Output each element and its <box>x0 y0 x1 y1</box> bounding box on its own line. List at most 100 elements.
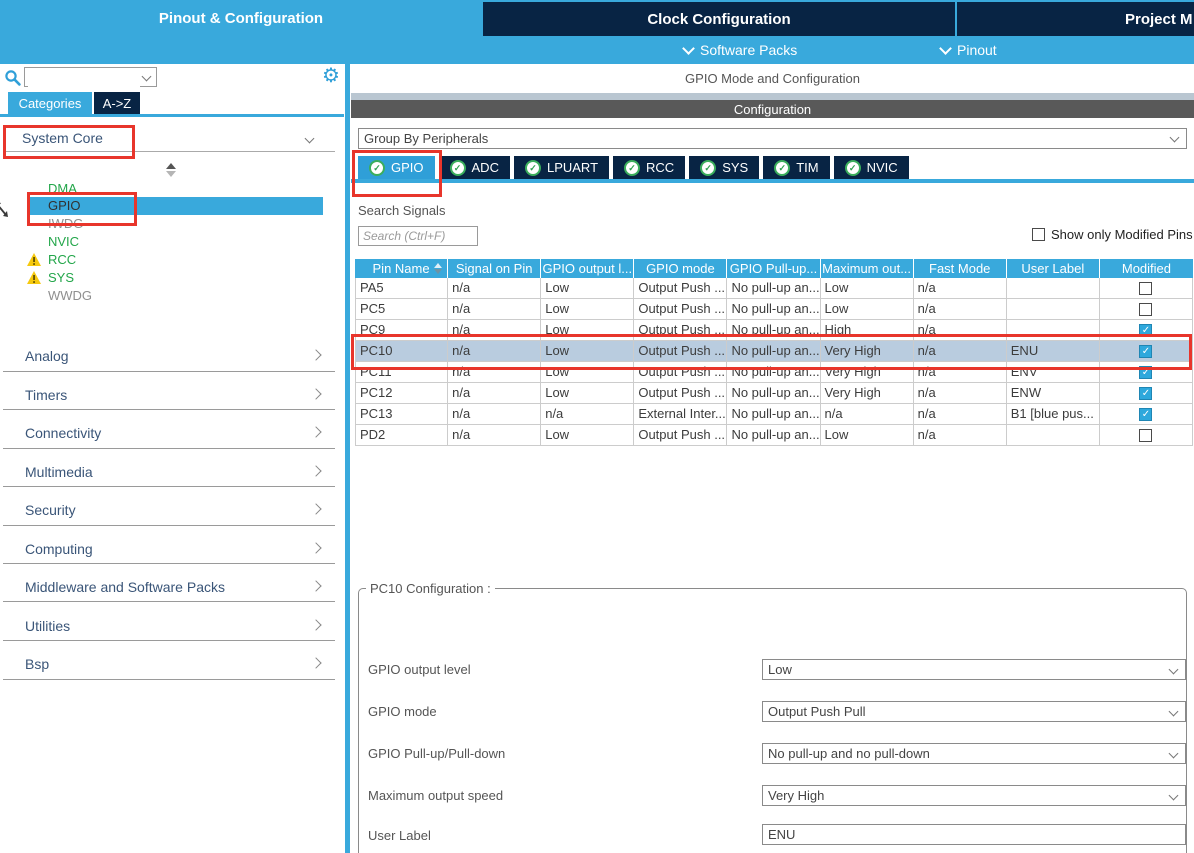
category-bsp[interactable]: Bsp <box>0 655 344 675</box>
tab-project-manager[interactable]: Project M <box>957 2 1194 36</box>
category-multimedia[interactable]: Multimedia <box>0 463 344 483</box>
category-utilities[interactable]: Utilities <box>0 617 344 637</box>
sidebar-item-iwdg[interactable]: IWDG <box>0 215 344 233</box>
column-header-fast-mode[interactable]: Fast Mode <box>914 259 1007 278</box>
divider <box>3 448 335 449</box>
status-ok-icon <box>624 160 640 176</box>
divider <box>3 486 335 487</box>
modified-checkbox[interactable] <box>1139 324 1152 337</box>
gpio-pull-select[interactable]: No pull-up and no pull-down <box>762 743 1186 764</box>
tab-pinout-and-configuration[interactable]: Pinout & Configuration <box>0 0 482 36</box>
sidebar-item-wwdg[interactable]: WWDG <box>0 287 344 305</box>
table-row-pd2[interactable]: PD2 n/a Low Output Push ... No pull-up a… <box>355 425 1193 446</box>
tab-clock-configuration[interactable]: Clock Configuration <box>483 2 955 36</box>
column-header-gpio-pull[interactable]: GPIO Pull-up... <box>727 259 820 278</box>
divider <box>3 601 335 602</box>
table-row-pc9[interactable]: PC9 n/a Low Output Push ... No pull-up a… <box>355 320 1193 341</box>
peripheral-search-input[interactable] <box>28 69 140 87</box>
category-connectivity[interactable]: Connectivity <box>0 424 344 444</box>
chevron-down-icon <box>1169 791 1179 801</box>
chevron-right-icon <box>310 542 321 553</box>
panel-divider[interactable] <box>345 64 350 853</box>
sidebar-item-rcc[interactable]: RCC <box>0 251 344 269</box>
gpio-output-level-select[interactable]: Low <box>762 659 1186 680</box>
subnav-software-packs[interactable]: Software Packs <box>684 36 797 64</box>
peripheral-tab-lpuart[interactable]: LPUART <box>514 156 609 179</box>
modified-checkbox[interactable] <box>1139 387 1152 400</box>
column-header-maximum-output[interactable]: Maximum out... <box>821 259 914 278</box>
show-only-modified-checkbox[interactable] <box>1032 228 1045 241</box>
category-timers[interactable]: Timers <box>0 386 344 406</box>
chevron-right-icon <box>310 349 321 360</box>
table-row-pa5[interactable]: PA5 n/a Low Output Push ... No pull-up a… <box>355 278 1193 299</box>
category-security[interactable]: Security <box>0 501 344 521</box>
column-header-gpio-output-level[interactable]: GPIO output l... <box>541 259 634 278</box>
peripheral-tab-rcc[interactable]: RCC <box>613 156 685 179</box>
tab-a-z[interactable]: A->Z <box>94 92 140 114</box>
category-middleware-and-software-packs[interactable]: Middleware and Software Packs <box>0 578 344 598</box>
column-header-pin-name[interactable]: Pin Name <box>355 259 448 278</box>
divider <box>3 525 335 526</box>
section-system-core[interactable]: System Core <box>0 126 344 152</box>
peripheral-tab-underline <box>351 179 1194 183</box>
gpio-mode-select[interactable]: Output Push Pull <box>762 701 1186 722</box>
chevron-down-icon <box>939 42 952 55</box>
modified-checkbox[interactable] <box>1139 408 1152 421</box>
status-ok-icon <box>450 160 466 176</box>
modified-checkbox[interactable] <box>1139 303 1152 316</box>
subnav-pinout[interactable]: Pinout <box>941 36 997 64</box>
column-header-gpio-mode[interactable]: GPIO mode <box>634 259 727 278</box>
pc10-configuration-legend: PC10 Configuration : <box>366 581 495 596</box>
search-signals-label: Search Signals <box>358 203 445 218</box>
system-core-label: System Core <box>22 130 103 146</box>
divider <box>3 151 335 152</box>
modified-checkbox[interactable] <box>1139 282 1152 295</box>
table-row-pc11[interactable]: PC11 n/a Low Output Push ... No pull-up … <box>355 362 1193 383</box>
table-row-pc10-selected[interactable]: PC10 n/a Low Output Push ... No pull-up … <box>355 341 1193 362</box>
modified-checkbox[interactable] <box>1139 345 1152 358</box>
column-header-modified[interactable]: Modified <box>1100 259 1193 278</box>
modified-checkbox[interactable] <box>1139 366 1152 379</box>
category-computing[interactable]: Computing <box>0 540 344 560</box>
divider <box>3 679 335 680</box>
panel-gap <box>351 93 1194 100</box>
sidebar-item-gpio[interactable]: GPIO <box>0 197 344 215</box>
signals-table: Pin Name Signal on Pin GPIO output l... … <box>355 259 1193 446</box>
user-label-input[interactable] <box>762 824 1186 845</box>
top-header: Pinout & Configuration Clock Configurati… <box>0 0 1194 64</box>
sidebar-tab-underline <box>0 114 344 117</box>
tab-categories[interactable]: Categories <box>8 92 92 114</box>
list-collapse-spinner[interactable] <box>166 163 178 177</box>
divider <box>3 409 335 410</box>
maximum-output-speed-select[interactable]: Very High <box>762 785 1186 806</box>
peripheral-tab-adc[interactable]: ADC <box>439 156 510 179</box>
sidebar-item-dma[interactable]: DMA <box>0 180 344 198</box>
chevron-right-icon <box>310 388 321 399</box>
spinner-down-icon <box>166 171 176 177</box>
modified-checkbox[interactable] <box>1139 429 1152 442</box>
column-header-user-label[interactable]: User Label <box>1007 259 1100 278</box>
signal-search-input[interactable] <box>358 226 478 246</box>
table-row-pc5[interactable]: PC5 n/a Low Output Push ... No pull-up a… <box>355 299 1193 320</box>
settings-gear-icon[interactable] <box>322 65 344 87</box>
group-by-select[interactable]: Group By Peripherals <box>358 128 1187 149</box>
user-label-label: User Label <box>368 828 431 843</box>
chevron-down-icon <box>142 72 152 82</box>
column-header-signal-on-pin[interactable]: Signal on Pin <box>448 259 541 278</box>
peripheral-tab-nvic[interactable]: NVIC <box>834 156 909 179</box>
sidebar-item-nvic[interactable]: NVIC <box>0 233 344 251</box>
table-row-pc12[interactable]: PC12 n/a Low Output Push ... No pull-up … <box>355 383 1193 404</box>
search-icon <box>4 69 21 91</box>
category-analog[interactable]: Analog <box>0 347 344 367</box>
status-ok-icon <box>700 160 716 176</box>
chevron-right-icon <box>310 465 321 476</box>
sidebar-item-sys[interactable]: SYS <box>0 269 344 287</box>
peripheral-tab-tim[interactable]: TIM <box>763 156 829 179</box>
table-row-pc13[interactable]: PC13 n/a n/a External Inter... No pull-u… <box>355 404 1193 425</box>
table-header-row: Pin Name Signal on Pin GPIO output l... … <box>355 259 1193 278</box>
chevron-right-icon <box>310 426 321 437</box>
peripheral-tab-sys[interactable]: SYS <box>689 156 759 179</box>
peripheral-search-combobox[interactable] <box>24 67 157 87</box>
peripheral-tab-gpio[interactable]: GPIO <box>358 156 435 179</box>
show-only-modified-label: Show only Modified Pins <box>1051 227 1193 242</box>
